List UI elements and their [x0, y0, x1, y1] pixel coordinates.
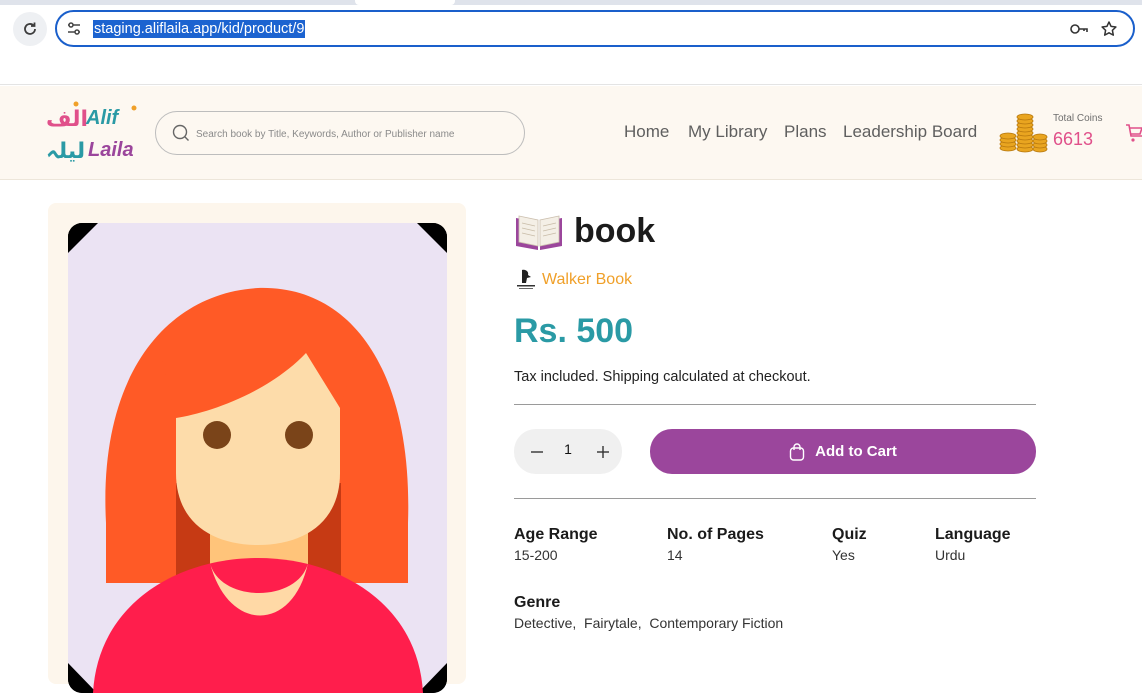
spec-label: Quiz: [832, 526, 867, 543]
add-to-cart-button[interactable]: Add to Cart: [650, 429, 1036, 474]
spec-language: Language Urdu: [935, 526, 1011, 563]
total-coins-label: Total Coins: [1053, 113, 1103, 124]
address-bar[interactable]: staging.aliflaila.app/kid/product/9: [55, 10, 1135, 47]
minus-icon: [531, 451, 543, 453]
publisher-name[interactable]: Walker Book: [542, 271, 632, 289]
site-header: الف Alif لیلہ Laila Home My Library Plan…: [0, 86, 1142, 180]
divider: [514, 404, 1036, 405]
search-box[interactable]: [155, 111, 525, 155]
avatar-illustration: [68, 223, 447, 693]
search-input[interactable]: [196, 124, 506, 144]
spec-label: Age Range: [514, 526, 598, 543]
spec-quiz: Quiz Yes: [832, 526, 867, 563]
spec-value: Yes: [832, 547, 855, 563]
tax-note: Tax included. Shipping calculated at che…: [514, 369, 811, 385]
quantity-stepper: 1: [514, 429, 622, 474]
aliflaila-logo[interactable]: الف Alif لیلہ Laila: [46, 100, 142, 164]
decrease-quantity-button[interactable]: [524, 439, 550, 465]
svg-text:Laila: Laila: [88, 139, 134, 161]
svg-text:Alif: Alif: [85, 107, 121, 129]
spec-value: 15-200: [514, 547, 558, 563]
product-image-card: [48, 203, 466, 693]
product-title-row: book: [514, 210, 655, 252]
spec-value: 14: [667, 547, 683, 563]
browser-toolbar: staging.aliflaila.app/kid/product/9: [0, 5, 1142, 85]
total-coins-value: 6613: [1053, 129, 1094, 149]
spec-label: No. of Pages: [667, 526, 764, 543]
password-key-icon[interactable]: [1069, 21, 1089, 37]
nav-leadership-board[interactable]: Leadership Board: [843, 122, 977, 142]
genre-list: Detective, Fairytale, Contemporary Ficti…: [514, 615, 784, 631]
add-to-cart-label: Add to Cart: [815, 443, 897, 460]
publisher[interactable]: Walker Book: [516, 268, 632, 292]
spec-pages: No. of Pages 14: [667, 526, 764, 563]
spec-genre: Genre Detective, Fairytale, Contemporary…: [514, 594, 783, 631]
product-price: Rs. 500: [514, 312, 634, 350]
cart-icon[interactable]: [1125, 122, 1142, 144]
site-info-icon[interactable]: [66, 21, 82, 37]
search-icon: [172, 124, 189, 141]
bookmark-star-icon[interactable]: [1100, 20, 1118, 38]
divider: [514, 498, 1036, 499]
open-book-icon: [516, 215, 562, 250]
nav-home[interactable]: Home: [624, 122, 669, 142]
spec-value: Urdu: [935, 547, 966, 563]
walker-books-logo: [517, 269, 535, 289]
nav-my-library[interactable]: My Library: [688, 122, 767, 142]
nav-plans[interactable]: Plans: [784, 122, 827, 142]
svg-text:لیلہ: لیلہ: [46, 139, 85, 164]
product-title: book: [574, 211, 656, 250]
spec-age-range: Age Range 15-200: [514, 526, 598, 563]
quantity-value[interactable]: 1: [558, 441, 578, 457]
url-text[interactable]: staging.aliflaila.app/kid/product/9: [93, 20, 306, 38]
reload-icon: [24, 22, 36, 35]
plus-icon: [597, 446, 609, 458]
book-cover-image[interactable]: [68, 223, 447, 693]
svg-text:الف: الف: [46, 107, 88, 132]
genre-label: Genre: [514, 594, 561, 611]
coins-icon: [999, 113, 1048, 153]
spec-label: Language: [935, 526, 1011, 543]
increase-quantity-button[interactable]: [590, 439, 616, 465]
shopping-bag-icon: [789, 442, 805, 461]
reload-button[interactable]: [13, 12, 47, 46]
